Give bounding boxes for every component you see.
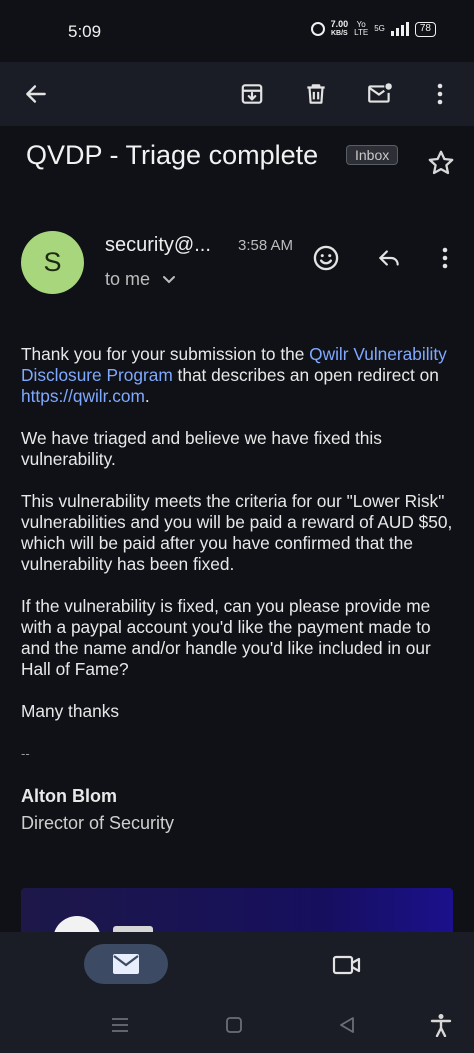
mail-icon (113, 954, 139, 974)
more-vert-icon (437, 83, 443, 105)
system-back-button[interactable] (334, 1012, 360, 1038)
status-time: 5:09 (68, 22, 102, 41)
archive-icon (241, 84, 263, 104)
reply-button[interactable] (372, 241, 406, 275)
signal-icon (390, 22, 409, 36)
email-body: Thank you for your submission to the Qwi… (21, 344, 461, 834)
star-button[interactable] (426, 148, 460, 182)
network-speed: 7.00 KB/S (331, 20, 349, 38)
signature-name: Alton Blom (21, 786, 117, 806)
paragraph-1: Thank you for your submission to the Qwi… (21, 344, 461, 407)
reply-icon (379, 250, 399, 266)
status-icons: 7.00 KB/S Yo LTE 5G 78 (310, 20, 436, 38)
home-square-icon (226, 1017, 242, 1033)
message-more-button[interactable] (428, 241, 462, 275)
triangle-back-icon (340, 1017, 354, 1033)
avatar[interactable]: S (21, 231, 84, 294)
volte-bottom: LTE (354, 28, 369, 37)
speed-value: 7.00 (330, 19, 349, 29)
recipient-toggle[interactable]: to me (105, 269, 176, 290)
paragraph-4: If the vulnerability is fixed, can you p… (21, 596, 431, 679)
emoji-icon (313, 245, 339, 271)
top-toolbar (0, 62, 474, 126)
speed-unit: KB/S (330, 30, 348, 37)
subject-row: QVDP - Triage complete Inbox (0, 126, 474, 190)
bottom-navigation (0, 932, 474, 998)
star-icon (428, 150, 454, 175)
react-emoji-button[interactable] (309, 241, 343, 275)
network-5g-label: 5G (374, 24, 385, 33)
archive-button[interactable] (232, 74, 272, 114)
video-camera-icon (332, 955, 361, 975)
mark-unread-button[interactable] (360, 74, 400, 114)
chevron-down-icon (163, 275, 176, 283)
alarm-icon (310, 22, 325, 36)
more-vert-icon (442, 247, 448, 269)
mark-unread-icon (368, 83, 392, 103)
signature-banner (21, 888, 453, 938)
battery-indicator: 78 (414, 21, 436, 37)
email-subject: QVDP - Triage complete (26, 140, 319, 170)
accessibility-button[interactable] (428, 1012, 454, 1038)
back-button[interactable] (16, 74, 56, 114)
delete-icon (307, 84, 325, 104)
site-link[interactable]: https://qwilr.com (21, 386, 145, 406)
recipient-label: to me (105, 269, 151, 289)
status-bar: 5:09 7.00 KB/S Yo LTE 5G 78 (0, 0, 474, 62)
signature-separator: -- (21, 746, 30, 761)
p1-mid: that describes an open redirect on (172, 365, 439, 385)
menu-icon (112, 1018, 128, 1032)
nav-meet-tab[interactable] (330, 948, 364, 982)
sender-name[interactable]: security@... (105, 234, 211, 257)
sender-row: S security@... 3:58 AM to me (0, 225, 474, 305)
paragraph-2: We have triaged and believe we have fixe… (21, 428, 382, 469)
paragraph-5: Many thanks (21, 701, 119, 721)
more-options-button[interactable] (420, 74, 460, 114)
delete-button[interactable] (296, 74, 336, 114)
volte-indicator: Yo LTE (354, 21, 368, 37)
p1-end: . (144, 386, 150, 406)
signature-title: Director of Security (21, 813, 175, 833)
network-5g: 5G (374, 25, 385, 33)
back-arrow-icon (26, 85, 46, 103)
p1-start: Thank you for your submission to the (21, 344, 310, 364)
paragraph-3: This vulnerability meets the criteria fo… (21, 491, 453, 574)
recents-button[interactable] (107, 1012, 133, 1038)
inbox-label[interactable]: Inbox (346, 145, 399, 165)
home-button[interactable] (221, 1012, 247, 1038)
accessibility-icon (430, 1014, 452, 1037)
nav-mail-tab[interactable] (84, 944, 168, 984)
system-navigation (0, 998, 474, 1053)
email-time: 3:58 AM (238, 237, 294, 254)
